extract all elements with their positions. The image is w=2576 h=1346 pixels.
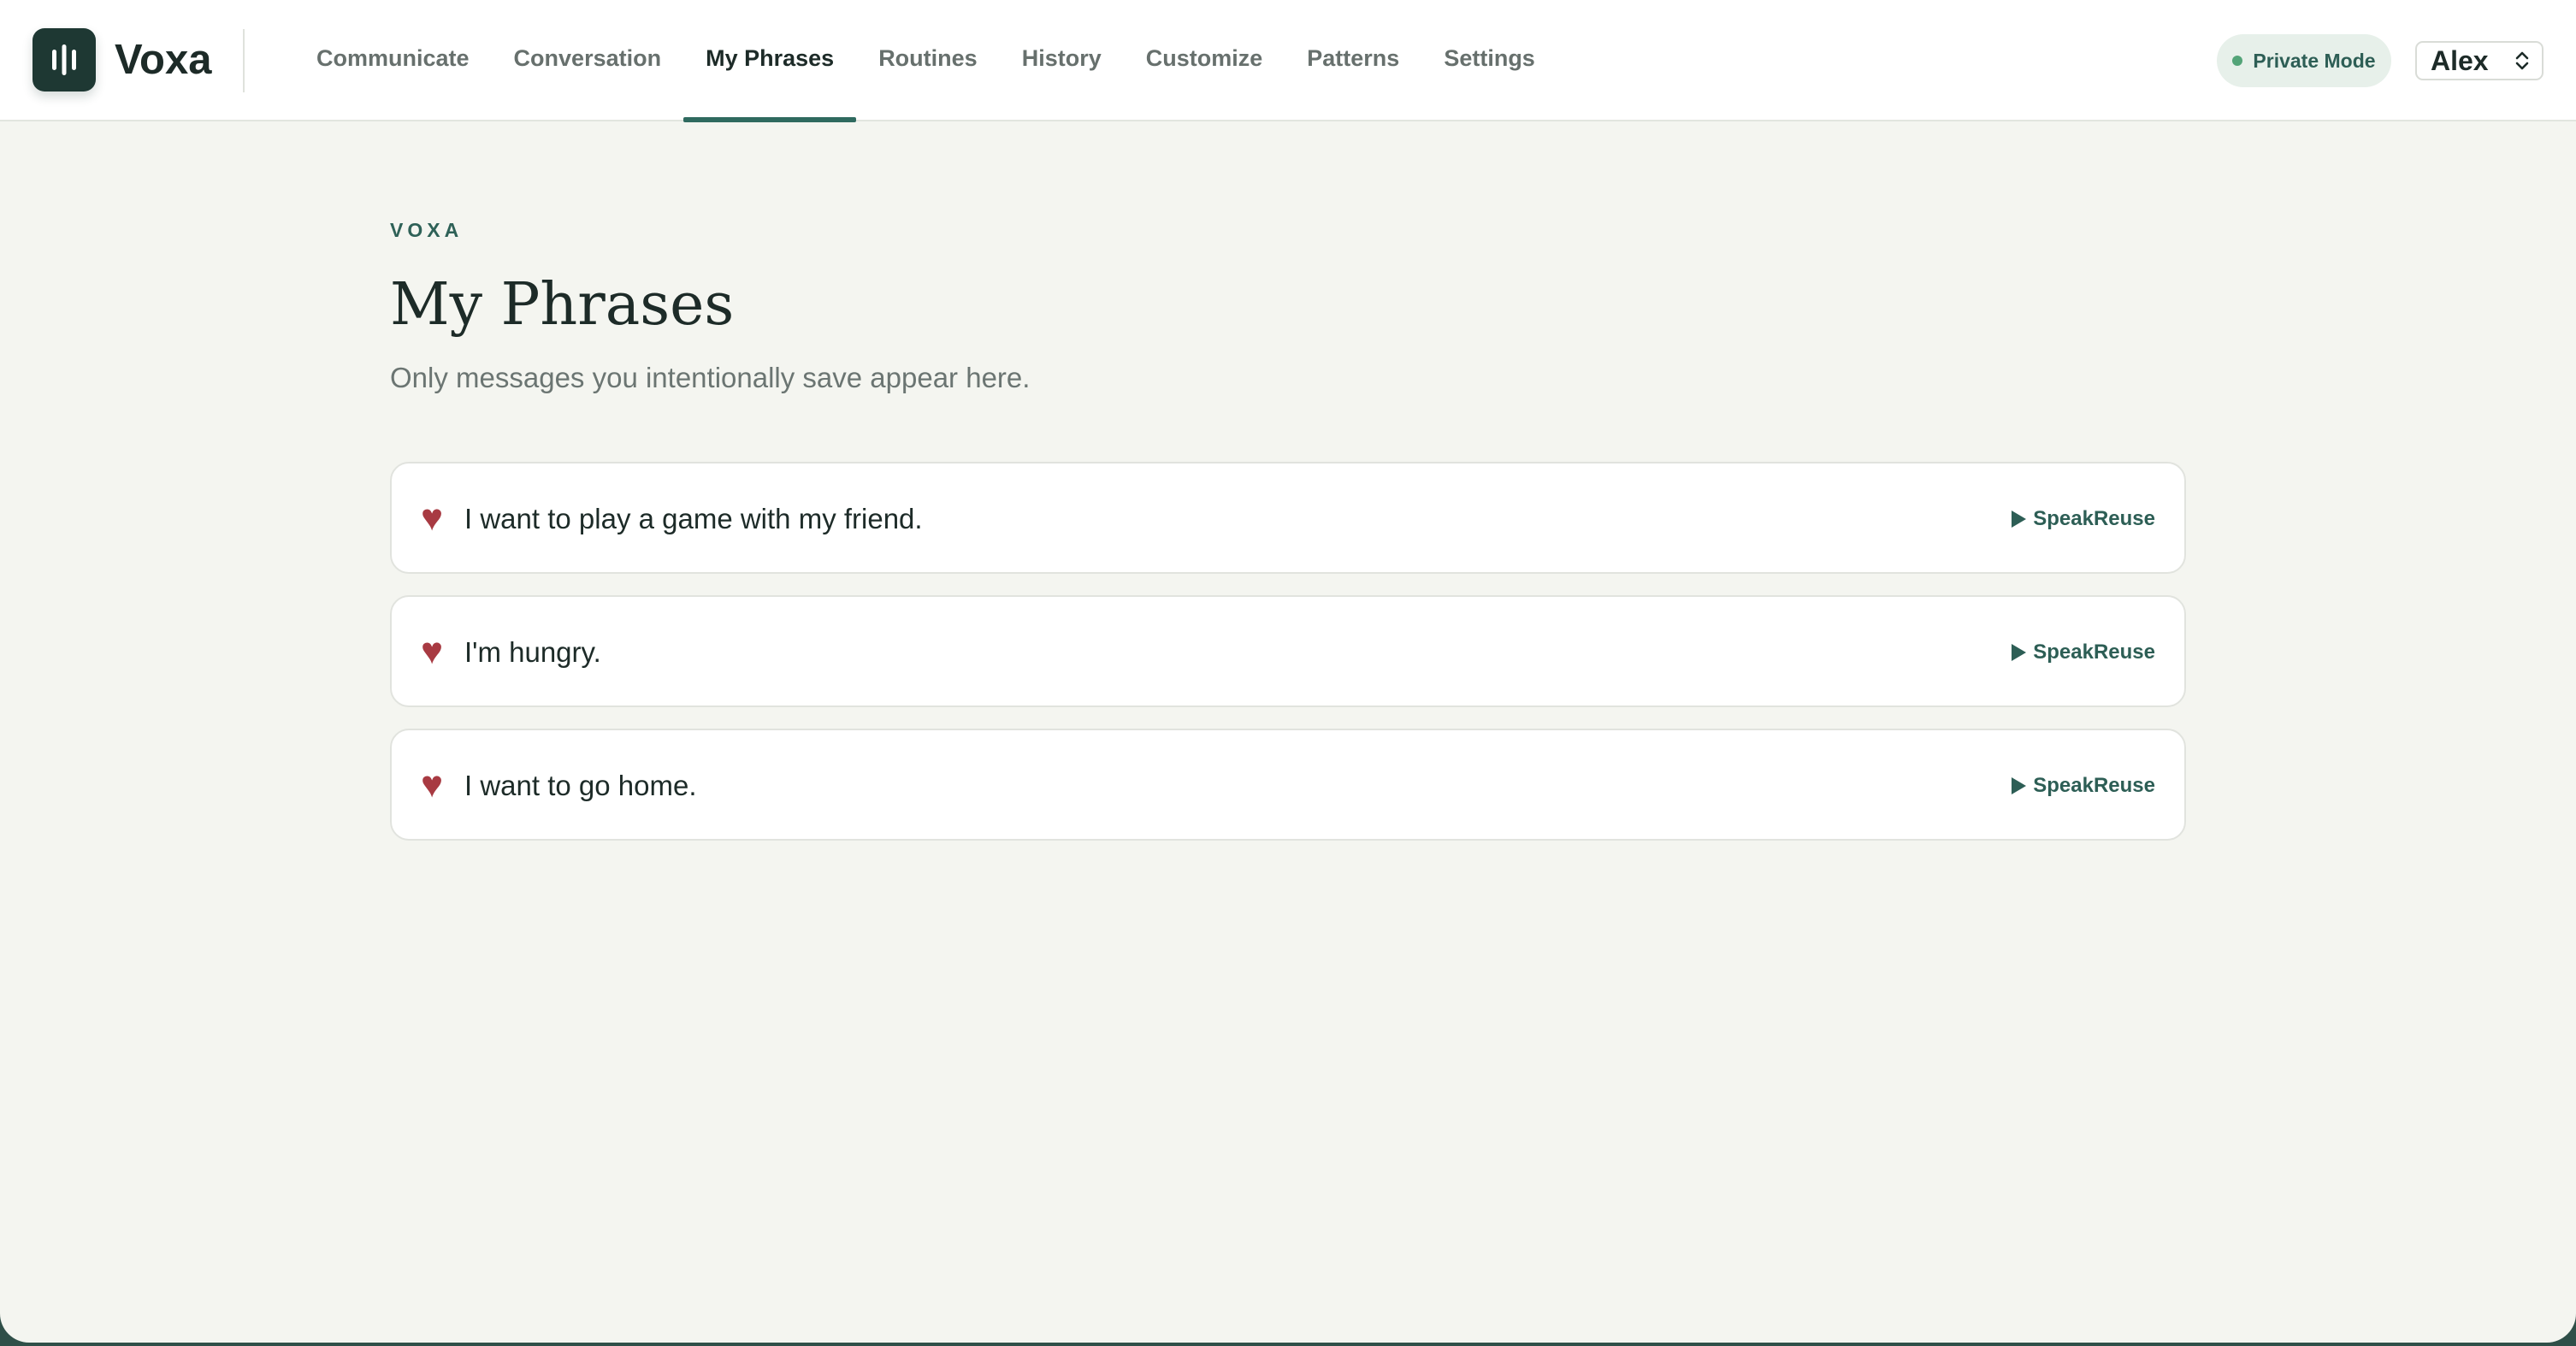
private-mode-badge[interactable]: Private Mode — [2217, 34, 2391, 87]
phrase-list: ♥ I want to play a game with my friend. … — [390, 462, 2186, 862]
brand-divider — [243, 29, 245, 92]
nav-item-my-phrases[interactable]: My Phrases — [683, 0, 857, 122]
nav-item-history[interactable]: History — [1000, 0, 1124, 121]
brand-name: Voxa — [115, 37, 212, 83]
page-title: My Phrases — [390, 271, 735, 339]
reuse-label: Reuse — [2093, 774, 2155, 797]
nav-item-patterns[interactable]: Patterns — [1285, 0, 1421, 121]
phrase-card: ♥ I'm hungry. SpeakReuse — [390, 595, 2186, 707]
phrase-card: ♥ I want to go home. SpeakReuse — [390, 729, 2186, 841]
nav-item-routines[interactable]: Routines — [856, 0, 1000, 121]
nav-item-conversation[interactable]: Conversation — [492, 0, 684, 121]
heart-icon[interactable]: ♥ — [421, 496, 446, 540]
chevron-up-down-icon — [2515, 51, 2529, 70]
top-bar: Voxa Communicate Conversation My Phrases… — [0, 0, 2576, 122]
user-select-value: Alex — [2431, 45, 2489, 76]
speak-label: Speak — [2033, 641, 2094, 664]
nav-item-communicate[interactable]: Communicate — [294, 0, 492, 121]
nav-item-customize[interactable]: Customize — [1124, 0, 1285, 121]
page-eyebrow: VOXA — [390, 219, 464, 241]
reuse-label: Reuse — [2093, 641, 2155, 664]
phrase-text: I want to play a game with my friend. — [464, 503, 923, 534]
voxa-logo-icon[interactable] — [32, 28, 96, 92]
heart-icon[interactable]: ♥ — [421, 629, 446, 674]
phrase-card: ♥ I want to play a game with my friend. … — [390, 462, 2186, 574]
page-subtitle: Only messages you intentionally save app… — [390, 362, 1031, 393]
phrase-text: I'm hungry. — [464, 636, 601, 668]
phrase-text: I want to go home. — [464, 770, 697, 801]
speak-label: Speak — [2033, 774, 2094, 797]
user-select[interactable]: Alex — [2415, 41, 2544, 80]
reuse-label: Reuse — [2093, 507, 2155, 530]
play-icon — [2012, 777, 2027, 794]
play-icon — [2012, 644, 2027, 661]
status-dot-icon — [2232, 56, 2243, 66]
heart-icon[interactable]: ♥ — [421, 763, 446, 807]
speak-label: Speak — [2033, 507, 2094, 530]
speak-reuse-button[interactable]: SpeakReuse — [2012, 635, 2155, 670]
main-nav: Communicate Conversation My Phrases Rout… — [294, 0, 1557, 122]
play-icon — [2012, 511, 2027, 528]
speak-reuse-button[interactable]: SpeakReuse — [2012, 768, 2155, 804]
private-mode-label: Private Mode — [2253, 49, 2376, 72]
nav-item-settings[interactable]: Settings — [1421, 0, 1557, 121]
app-window: Voxa Communicate Conversation My Phrases… — [0, 0, 2576, 1343]
speak-reuse-button[interactable]: SpeakReuse — [2012, 501, 2155, 537]
